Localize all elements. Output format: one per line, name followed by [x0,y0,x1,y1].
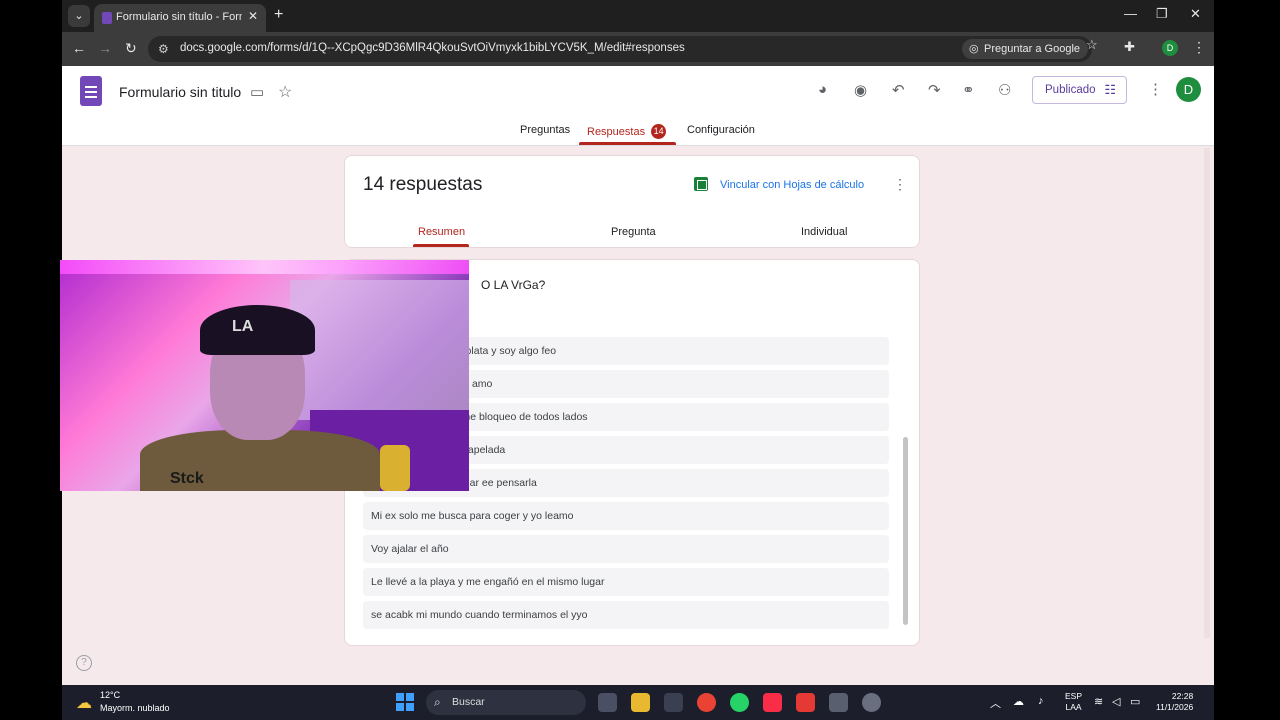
forward-button[interactable]: → [98,40,112,56]
tab-preguntas[interactable]: Preguntas [520,124,570,136]
volume-icon[interactable]: ◁ [1112,695,1120,708]
tray-chevron-icon[interactable]: ︿ [990,695,1001,711]
user-avatar[interactable]: D [1176,77,1201,102]
published-button[interactable]: Publicado ☷ [1032,76,1127,104]
responses-more-icon[interactable]: ⋮ [893,176,907,193]
folder-icon[interactable]: ▭ [250,83,264,101]
close-window-button[interactable]: ✕ [1190,6,1201,22]
back-button[interactable]: ← [72,40,86,56]
profile-avatar[interactable]: D [1162,40,1178,56]
more-options-icon[interactable]: ⋮ [1148,80,1163,98]
led-strip [60,260,469,274]
browser-toolbar: ← → ↻ ⚙ docs.google.com/forms/d/1Q--XCpQ… [62,32,1214,66]
obs-icon[interactable] [829,693,848,712]
tab-strip: ⌄ Formulario sin título - Formula ✕ + — … [62,0,1214,32]
extensions-icon[interactable]: ✚ [1124,39,1135,55]
clock-date: 11/1/2026 [1156,702,1194,712]
task-view-icon[interactable] [598,693,617,712]
tune-icon: ☷ [1104,82,1116,97]
microphone-icon[interactable]: ♪ [1038,695,1044,707]
close-icon[interactable]: ✕ [248,9,258,23]
chrome-menu-icon[interactable]: ⋮ [1192,39,1206,56]
webcam-overlay: Stck LA [60,260,469,491]
published-label: Publicado [1045,84,1096,96]
active-tab[interactable]: Formulario sin título - Formula ✕ [94,4,266,32]
chrome-icon[interactable] [697,693,716,712]
onedrive-icon[interactable]: ☁ [1013,695,1024,708]
subtab-individual[interactable]: Individual [801,226,847,238]
reload-button[interactable]: ↻ [125,40,137,57]
cap-logo: LA [232,318,254,335]
bookmark-star-icon[interactable]: ☆ [1086,37,1098,53]
lens-icon: ◎ [969,43,979,55]
palette-icon[interactable]: ◕ [818,81,827,98]
minimize-button[interactable]: — [1124,6,1137,21]
site-settings-icon[interactable]: ⚙ [158,42,169,56]
forms-logo-icon[interactable] [80,76,102,106]
music-icon[interactable] [763,693,782,712]
responses-scrollbar[interactable] [903,437,908,625]
tab-search-dropdown[interactable]: ⌄ [68,5,90,27]
language-indicator[interactable]: ESP LAA [1065,691,1082,713]
tab-respuestas-label: Respuestas [587,126,646,138]
link-to-sheets-button[interactable]: Vincular con Hojas de cálculo [720,179,864,191]
responses-summary-card: 14 respuestas Vincular con Hojas de cálc… [344,155,920,248]
forms-favicon-icon [102,12,112,24]
page-scrollbar[interactable] [1204,148,1210,638]
tab-respuestas[interactable]: Respuestas 14 [587,124,667,139]
redo-icon[interactable]: ↷ [928,81,941,99]
file-explorer-icon[interactable] [631,693,650,712]
media-app-icon[interactable] [796,693,815,712]
url-text: docs.google.com/forms/d/1Q--XCpQgc9D36Ml… [180,42,685,54]
taskbar-search-label: Buscar [452,696,485,708]
response-item: Voy ajalar el año [363,535,889,563]
ask-google-label: Preguntar a Google [984,43,1081,55]
address-bar[interactable]: ⚙ docs.google.com/forms/d/1Q--XCpQgc9D36… [148,36,1092,62]
restore-button[interactable]: ❐ [1156,6,1168,22]
battery-icon[interactable]: ▭ [1130,695,1140,708]
new-tab-button[interactable]: + [274,6,283,24]
weather-condition[interactable]: Mayorm. nublado [100,703,170,713]
response-item: se acabk mi mundo cuando terminamos el y… [363,601,889,629]
active-tab-indicator [579,142,676,145]
tab-configuracion[interactable]: Configuración [687,124,755,136]
subtab-pregunta[interactable]: Pregunta [611,226,656,238]
responses-count-heading: 14 respuestas [363,174,483,195]
language-code: ESP [1065,691,1083,701]
search-icon: ⌕ [434,695,441,709]
sheets-icon[interactable] [694,177,708,191]
response-item: Le llevé a la playa y me engañó en el mi… [363,568,889,596]
question-title: O LA VrGa? [481,278,546,292]
subtab-resumen[interactable]: Resumen [418,226,465,238]
start-windows-icon[interactable] [396,693,414,711]
weather-temperature[interactable]: 12°C [100,690,120,700]
preview-eye-icon[interactable]: ◉ [854,81,867,99]
link-icon[interactable]: ⚭ [962,81,975,99]
response-item: Mi ex solo me busca para coger y yo leam… [363,502,889,530]
tab-title: Formulario sin título - Formula [116,11,242,23]
wifi-icon[interactable]: ≋ [1094,695,1103,708]
system-clock[interactable]: 22:28 11/1/2026 [1156,691,1193,713]
lamp [380,445,410,491]
jacket-lettering: Stck [170,470,204,487]
store-icon[interactable] [664,693,683,712]
help-icon[interactable]: ? [76,655,92,671]
forms-header: Formulario sin titulo ▭ ☆ ◕ ◉ ↶ ↷ ⚭ ⚇ Pu… [62,66,1214,146]
windows-taskbar: ☁ 12°C Mayorm. nublado ⌕ Buscar ︿ ☁ ♪ ES… [62,685,1214,720]
taskbar-search[interactable]: ⌕ Buscar [426,690,586,715]
weather-cloud-icon[interactable]: ☁ [76,693,92,713]
add-collaborator-icon[interactable]: ⚇ [998,81,1011,99]
app-icon[interactable] [862,693,881,712]
star-icon[interactable]: ☆ [278,82,292,102]
background-wall [290,280,469,420]
whatsapp-icon[interactable] [730,693,749,712]
cap [200,305,315,355]
clock-time: 22:28 [1171,691,1194,701]
responses-count-badge: 14 [651,124,667,139]
keyboard-layout: LAA [1065,702,1082,712]
ask-google-button[interactable]: ◎ Preguntar a Google [962,39,1089,59]
undo-icon[interactable]: ↶ [892,81,905,99]
form-title[interactable]: Formulario sin titulo [119,84,241,100]
active-subtab-indicator [413,244,469,247]
